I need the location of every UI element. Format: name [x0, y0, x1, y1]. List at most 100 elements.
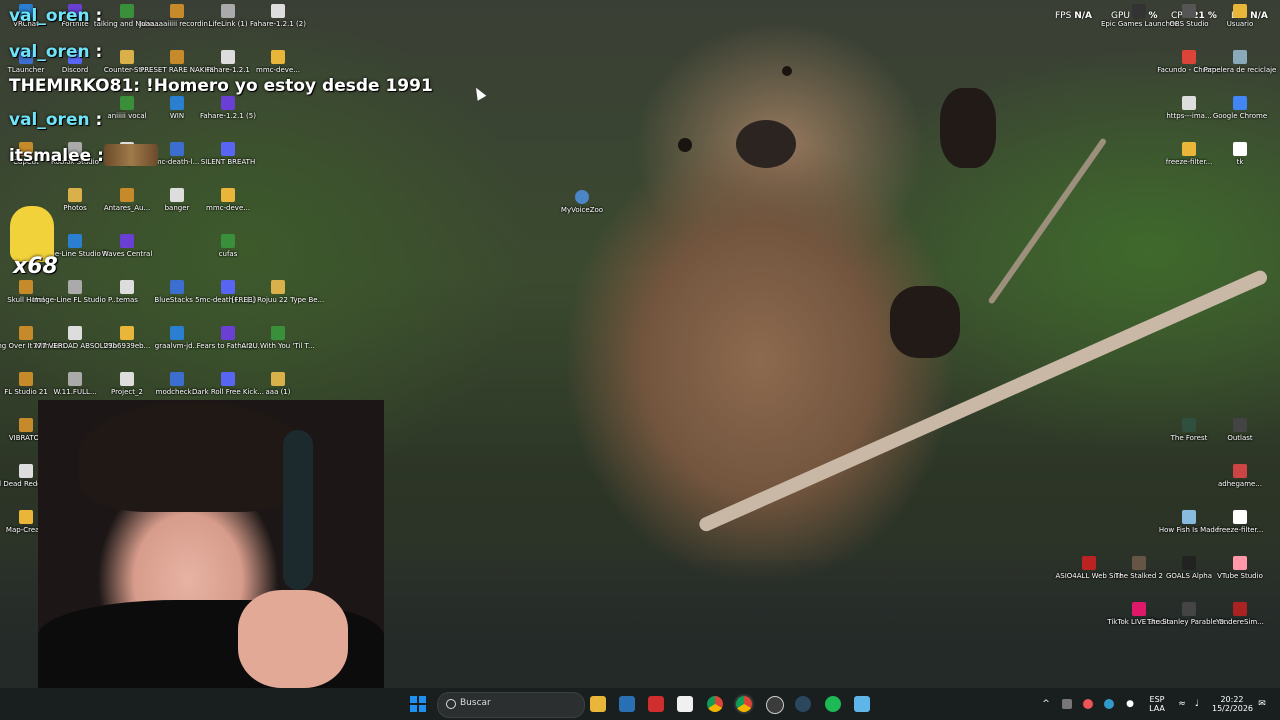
desktop-icon[interactable]: graalvm-jd... [152, 326, 202, 350]
tray-app-icon[interactable] [1062, 699, 1072, 709]
desktop-icon[interactable]: Epic Games Launcher [1101, 4, 1177, 28]
app-icon [1233, 96, 1247, 110]
taskbar-search[interactable]: Buscar [437, 692, 585, 718]
desktop-icon[interactable]: banger [152, 188, 202, 212]
desktop-icon[interactable]: LifeLink (1) [203, 4, 253, 28]
start-button[interactable] [410, 696, 426, 712]
steam-icon[interactable] [795, 696, 811, 712]
windows-logo-icon [410, 696, 417, 703]
microphone-icon[interactable]: ● [1125, 699, 1135, 709]
desktop-icon[interactable]: [FREE] Rojuu 22 Type Be... [232, 280, 324, 304]
beaver-paw [940, 88, 996, 168]
desktop-icon-myvoicezoo[interactable]: MyVoiceZoo [557, 190, 607, 214]
desktop-icon[interactable]: WIN [152, 96, 202, 120]
desktop-icon[interactable]: Juaaaaaiiiii recordin... [139, 4, 215, 28]
chat-line: itsmalee : [9, 146, 104, 166]
wifi-icon[interactable]: ≈ [1177, 699, 1187, 709]
wps-icon[interactable] [648, 696, 664, 712]
desktop-icon[interactable]: cufas [203, 234, 253, 258]
desktop-icon[interactable]: Usuario [1215, 4, 1265, 28]
desktop-icon[interactable]: mmc-deve... [203, 188, 253, 212]
desktop-icon[interactable]: Image-Line FL Studio P... [32, 280, 118, 304]
desktop-icon[interactable]: Fahare-1.2.1 [203, 50, 253, 74]
obs-icon[interactable] [766, 696, 784, 714]
app-icon [1132, 556, 1146, 570]
file-explorer-icon[interactable] [590, 696, 606, 712]
chevron-up-icon[interactable]: ^ [1041, 699, 1051, 709]
app-icon [170, 96, 184, 110]
desktop-icon-label: Fahare-1.2.1 (5) [200, 112, 256, 120]
app-icon [170, 50, 184, 64]
desktop-icon-label: aaa (1) [265, 388, 291, 396]
notification-bell-icon[interactable]: ✉ [1257, 699, 1267, 709]
desktop-icon[interactable]: freeze-filter... [1215, 510, 1265, 534]
desktop-icon-label: TLauncher [7, 66, 45, 74]
app-icon [19, 280, 33, 294]
app-icon [19, 372, 33, 386]
desktop-icon[interactable]: https---ima... [1164, 96, 1214, 120]
desktop-icon[interactable]: SILENT BREATH [201, 142, 255, 166]
desktop-icon[interactable]: mc-death-l... [152, 142, 202, 166]
search-icon [446, 699, 456, 709]
app-icon[interactable] [619, 696, 635, 712]
desktop-icon[interactable]: The Stalked 2 [1114, 556, 1164, 580]
chrome-icon[interactable] [707, 696, 723, 712]
desktop-icon[interactable]: VTube Studio [1215, 556, 1265, 580]
app-icon [271, 50, 285, 64]
app-icon [68, 372, 82, 386]
desktop-icon[interactable]: YandereSim... [1215, 602, 1265, 626]
desktop-icon[interactable]: freeze-filter... [1164, 142, 1214, 166]
desktop-icon[interactable]: Outlast [1215, 418, 1265, 442]
desktop-icon[interactable]: GOALS Alpha [1164, 556, 1214, 580]
app-icon [1233, 418, 1247, 432]
desktop-icon[interactable]: ASIO4ALL Web Site [1056, 556, 1123, 580]
desktop-icon[interactable]: 777 VERDAD ABSOLUTA [33, 326, 117, 350]
desktop-icon[interactable]: Google Chrome [1213, 96, 1267, 120]
desktop-icon[interactable]: 29b6939eb... [102, 326, 152, 350]
store-icon[interactable] [677, 696, 693, 712]
language-indicator[interactable]: ESP LAA [1148, 695, 1166, 713]
spotify-icon[interactable] [825, 696, 841, 712]
desktop-icon[interactable]: FL Studio 21 [1, 372, 51, 396]
desktop-icon[interactable]: OBS Studio [1164, 4, 1214, 28]
desktop-icon[interactable]: The Forest [1164, 418, 1214, 442]
desktop-icon[interactable]: aniiiii vocal [102, 96, 152, 120]
desktop-icon[interactable]: mmc-deve... [253, 50, 303, 74]
desktop-icon[interactable]: aaa (1) [253, 372, 303, 396]
app-icon [221, 4, 235, 18]
volume-icon[interactable]: ♩ [1192, 699, 1202, 709]
desktop-icon[interactable]: W.11.FULL... [50, 372, 100, 396]
desktop-icon[interactable]: Project_2 [102, 372, 152, 396]
chrome-icon[interactable] [736, 696, 752, 712]
desktop-icon[interactable]: Fahare-1.2.1 (2) [250, 4, 306, 28]
desktop-icon[interactable]: adhegame... [1215, 464, 1265, 488]
desktop-icon[interactable]: Dark Roll Free Kick... [192, 372, 264, 396]
desktop-icon[interactable]: How Fish Is Made [1159, 510, 1219, 534]
desktop-icon[interactable]: Photos [50, 188, 100, 212]
desktop-icon[interactable]: Waves Central [102, 234, 152, 258]
desktop-icon-label: How Fish Is Made [1158, 526, 1220, 534]
desktop-icon[interactable]: Fahare-1.2.1 (5) [200, 96, 256, 120]
notepad-icon[interactable] [854, 696, 870, 712]
desktop-icon[interactable]: Antares_Au... [102, 188, 152, 212]
chat-emote [104, 144, 158, 166]
desktop-icon[interactable]: The Stanley Parable D... [1147, 602, 1231, 626]
desktop-icon-label: BlueStacks 5 [154, 296, 200, 304]
desktop-icon[interactable]: BlueStacks 5 [152, 280, 202, 304]
desktop-icon-label: tk [1236, 158, 1244, 166]
desktop-icon[interactable]: tk [1215, 142, 1265, 166]
desktop-icon[interactable]: PRESET RARE NAKHE [140, 50, 214, 74]
app-icon [1182, 142, 1196, 156]
desktop-icon[interactable]: temas [102, 280, 152, 304]
tray-app-icon[interactable] [1083, 699, 1093, 709]
webcam-feed [38, 400, 384, 688]
tray-app-icon[interactable] [1104, 699, 1114, 709]
clock[interactable]: 20:22 15/2/2026 [1212, 695, 1253, 713]
desktop-icon-label: freeze-filter... [1165, 158, 1213, 166]
desktop-icon[interactable]: Papelera de reciclaje [1204, 50, 1276, 74]
app-icon [68, 280, 82, 294]
desktop-icon[interactable]: AI2U With You 'Til T... [241, 326, 315, 350]
app-icon [120, 50, 134, 64]
app-icon [1182, 96, 1196, 110]
desktop-icon-label: AI2U With You 'Til T... [241, 342, 315, 350]
